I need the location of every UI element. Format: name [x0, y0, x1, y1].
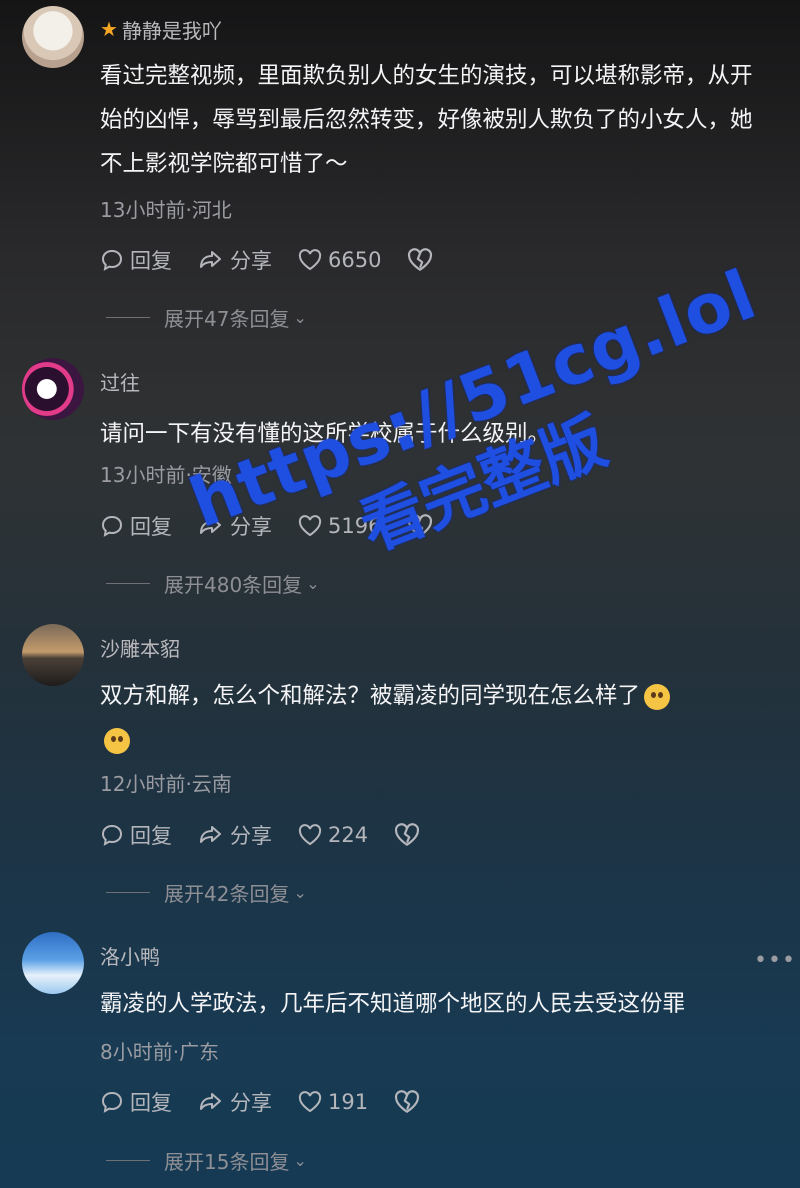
like-button[interactable]: 6650: [298, 248, 381, 272]
username-row[interactable]: ★ 静静是我吖: [100, 14, 222, 44]
share-label: 分享: [230, 249, 272, 273]
expand-replies[interactable]: 展开42条回复 ⌄: [106, 878, 307, 907]
pleading-emoji-icon: [104, 727, 130, 754]
comment-meta: 13小时前·安徽: [100, 463, 232, 487]
reply-label: 回复: [130, 824, 172, 848]
reply-icon: [101, 824, 123, 846]
reply-label: 回复: [130, 249, 172, 273]
heart-icon: [298, 515, 322, 537]
like-button[interactable]: 224: [298, 823, 368, 847]
dislike-button[interactable]: [407, 248, 439, 272]
comment-actions: 回复 分享 5196: [100, 511, 465, 541]
share-button[interactable]: 分享: [198, 1087, 272, 1117]
username-row[interactable]: 过往: [100, 366, 140, 396]
broken-heart-icon: [408, 248, 433, 271]
chevron-down-icon: ⌄: [306, 574, 320, 593]
expand-replies[interactable]: 展开15条回复 ⌄: [106, 1146, 307, 1175]
reply-icon: [101, 515, 123, 537]
broken-heart-icon: [395, 823, 420, 846]
chevron-down-icon: ⌄: [293, 1151, 307, 1170]
expand-label[interactable]: 展开47条回复: [164, 303, 289, 332]
like-count: 224: [328, 823, 369, 847]
reply-button[interactable]: 回复: [100, 245, 172, 275]
more-dots-icon[interactable]: •••: [754, 948, 796, 973]
expand-label[interactable]: 展开15条回复: [164, 1146, 289, 1175]
chevron-down-icon: ⌄: [293, 883, 307, 902]
laughing-emoji-icon: [644, 683, 671, 710]
share-icon: [200, 826, 221, 843]
comment-actions: 回复 分享 224: [100, 820, 452, 850]
expand-replies[interactable]: 展开480条回复 ⌄: [106, 569, 320, 598]
avatar[interactable]: [22, 624, 84, 686]
heart-icon: [298, 1091, 322, 1113]
reply-icon: [101, 249, 123, 271]
like-button[interactable]: 191: [298, 1090, 368, 1114]
comment-actions: 回复 分享 191: [100, 1087, 452, 1117]
share-label: 分享: [230, 824, 272, 848]
divider: [106, 583, 150, 584]
reply-button[interactable]: 回复: [100, 511, 172, 541]
divider: [106, 317, 150, 318]
avatar[interactable]: [22, 932, 84, 994]
username[interactable]: 过往: [100, 367, 140, 396]
username[interactable]: 洛小鸭: [100, 941, 160, 970]
comment-text: 霸凌的人学政法，几年后不知道哪个地区的人民去受这份罪: [100, 991, 686, 1017]
username[interactable]: 沙雕本貂: [100, 633, 180, 662]
reply-button[interactable]: 回复: [100, 1087, 172, 1117]
dislike-button[interactable]: [394, 823, 426, 847]
dislike-button[interactable]: [394, 1090, 426, 1114]
like-button[interactable]: 5196: [298, 514, 381, 538]
like-count: 6650: [328, 248, 382, 272]
comment-text-body: 双方和解，怎么个和解法？被霸凌的同学现在怎么样了: [100, 683, 641, 709]
like-count: 5196: [328, 514, 382, 538]
dislike-button[interactable]: [407, 514, 439, 538]
share-button[interactable]: 分享: [198, 511, 272, 541]
expand-replies[interactable]: 展开47条回复 ⌄: [106, 303, 307, 332]
share-icon: [200, 251, 221, 268]
share-button[interactable]: 分享: [198, 245, 272, 275]
reply-label: 回复: [130, 515, 172, 539]
comment-text: 看过完整视频，里面欺负别人的女生的演技，可以堪称影帝，从开始的凶悍，辱骂到最后忽…: [100, 63, 753, 177]
share-icon: [200, 1093, 221, 1110]
share-label: 分享: [230, 1091, 272, 1115]
comment-meta: 8小时前·广东: [100, 1040, 220, 1064]
star-icon: ★: [100, 17, 118, 41]
reply-button[interactable]: 回复: [100, 820, 172, 850]
heart-icon: [298, 249, 322, 271]
comment-actions: 回复 分享 6650: [100, 245, 465, 275]
share-label: 分享: [230, 515, 272, 539]
like-count: 191: [328, 1090, 369, 1114]
broken-heart-icon: [395, 1090, 420, 1113]
share-button[interactable]: 分享: [198, 820, 272, 850]
divider: [106, 892, 150, 893]
username[interactable]: 静静是我吖: [122, 15, 222, 44]
username-row[interactable]: 洛小鸭: [100, 940, 160, 970]
divider: [106, 1160, 150, 1161]
reply-label: 回复: [130, 1091, 172, 1115]
chevron-down-icon: ⌄: [293, 308, 307, 327]
comment-text: 双方和解，怎么个和解法？被霸凌的同学现在怎么样了: [100, 674, 770, 762]
broken-heart-icon: [408, 514, 433, 537]
avatar[interactable]: [22, 6, 84, 68]
username-row[interactable]: 沙雕本貂: [100, 632, 180, 662]
comment-text: 请问一下有没有懂的这所学校属于什么级别。: [100, 421, 551, 447]
avatar[interactable]: [22, 358, 84, 420]
reply-icon: [101, 1091, 123, 1113]
comment-meta: 12小时前·云南: [100, 772, 232, 796]
heart-icon: [298, 824, 322, 846]
comment-meta: 13小时前·河北: [100, 198, 232, 222]
expand-label[interactable]: 展开42条回复: [164, 878, 289, 907]
share-icon: [200, 517, 221, 534]
expand-label[interactable]: 展开480条回复: [164, 569, 302, 598]
